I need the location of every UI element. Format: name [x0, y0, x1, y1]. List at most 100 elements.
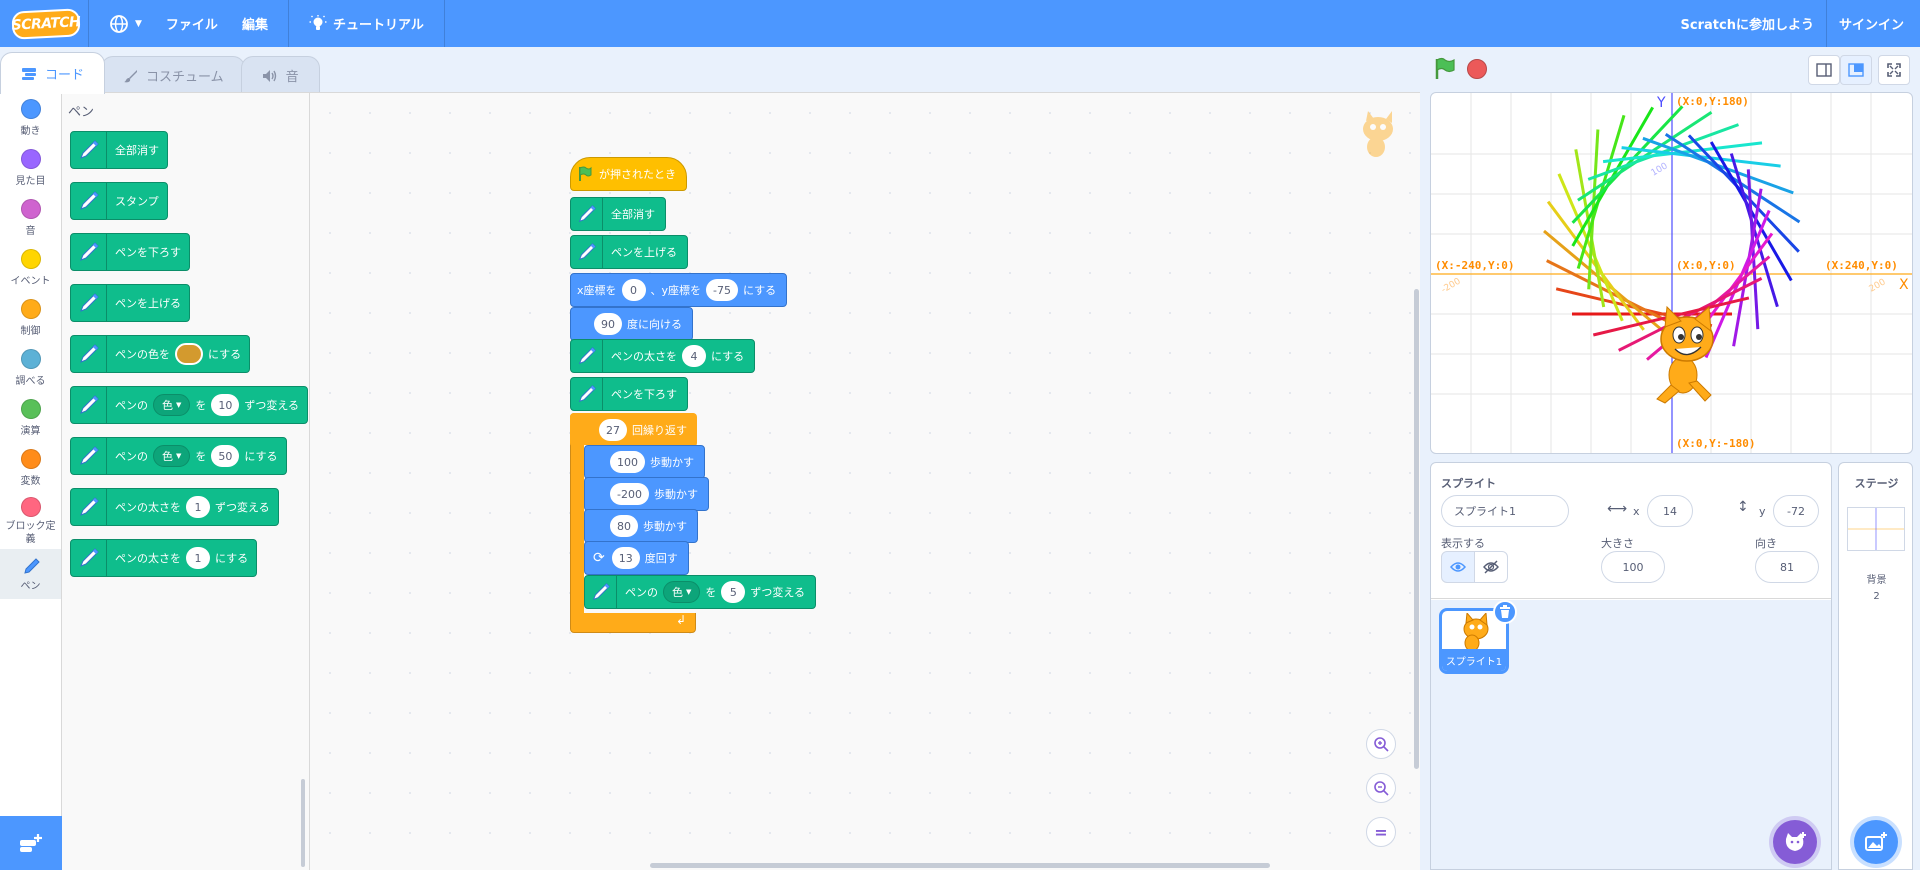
point-in-direction-block[interactable]: 90 度に向ける: [570, 307, 693, 341]
go-to-xy-block[interactable]: x座標を 0 、y座標を -75 にする: [570, 273, 788, 307]
tab-sounds[interactable]: 音: [240, 56, 320, 94]
small-stage-button[interactable]: [1808, 55, 1840, 85]
loop-arrow-icon: ↲: [676, 613, 687, 627]
tab-costumes[interactable]: コスチューム: [101, 56, 245, 94]
category-my-blocks[interactable]: ブロック定義: [0, 493, 61, 549]
scratch-logo[interactable]: SCRATCH: [11, 7, 81, 40]
stage-canvas[interactable]: (X:0,Y:180) (X:0,Y:-180) (X:-240,Y:0) (X…: [1430, 92, 1913, 454]
palette-block-change-pen-param[interactable]: ペンの 色 ▼ を 10 ずつ変える: [70, 386, 309, 424]
change-pen-color-block[interactable]: ペンの 色 ▼ を 5 ずつ変える: [584, 575, 817, 609]
stage-thumbnail[interactable]: [1847, 507, 1905, 551]
palette-block-stamp[interactable]: スタンプ: [70, 182, 168, 220]
zoom-in-button[interactable]: [1366, 729, 1396, 759]
category-pen[interactable]: ペン: [0, 549, 61, 599]
color-swatch[interactable]: [175, 343, 203, 365]
palette-block-clear[interactable]: 全部消す: [70, 131, 168, 169]
show-button[interactable]: [1441, 551, 1475, 583]
chevron-down-icon: ▼: [686, 588, 692, 596]
large-stage-button[interactable]: [1840, 55, 1872, 85]
clear-block[interactable]: 全部消す: [570, 197, 666, 231]
direction-input[interactable]: 90: [594, 313, 622, 335]
palette-scrollbar[interactable]: [301, 779, 305, 867]
move-steps-block[interactable]: 80 歩動かす: [584, 509, 698, 543]
add-backdrop-button[interactable]: [1854, 820, 1898, 864]
category-events[interactable]: イベント: [0, 243, 61, 293]
delete-sprite-button[interactable]: [1493, 600, 1517, 624]
x-position-input[interactable]: 14: [1647, 495, 1693, 527]
degrees-input[interactable]: 13: [611, 547, 640, 569]
join-scratch-link[interactable]: Scratchに参加しよう: [1669, 0, 1826, 47]
palette-category-title: ペン: [68, 105, 95, 120]
workspace-horizontal-scrollbar[interactable]: [650, 863, 1270, 868]
number-input[interactable]: 5: [721, 581, 746, 603]
palette-block-change-pen-size[interactable]: ペンの太さを 1 ずつ変える: [70, 488, 279, 526]
block-text: スタンプ: [115, 195, 159, 208]
steps-input[interactable]: -200: [610, 483, 649, 505]
direction-input[interactable]: 81: [1755, 551, 1819, 583]
pen-up-block[interactable]: ペンを上げる: [570, 235, 688, 269]
number-input[interactable]: 4: [682, 345, 706, 367]
param-dropdown[interactable]: 色 ▼: [153, 394, 191, 416]
block-text: ずつ変える: [215, 501, 270, 514]
y-position-input[interactable]: -72: [1773, 495, 1819, 527]
y-input[interactable]: -75: [706, 279, 738, 301]
category-sensing[interactable]: 調べる: [0, 343, 61, 393]
fullscreen-icon: [1887, 63, 1901, 77]
when-flag-clicked-block[interactable]: が押されたとき: [570, 157, 687, 191]
block-text: ペンの太さを: [611, 350, 677, 363]
zoom-reset-button[interactable]: =: [1366, 817, 1396, 847]
language-menu[interactable]: ▼: [97, 0, 154, 47]
turn-right-block[interactable]: ⟳ 13 度回す: [584, 541, 689, 575]
hide-button[interactable]: [1474, 551, 1508, 583]
sprite-name-input[interactable]: スプライト1: [1441, 495, 1569, 527]
pen-icon: [585, 576, 617, 608]
horizontal-arrows-icon: ⟷: [1607, 501, 1628, 517]
green-flag-button[interactable]: [1434, 57, 1456, 81]
x-input[interactable]: 0: [621, 279, 646, 301]
param-dropdown[interactable]: 色 ▼: [663, 581, 701, 603]
zoom-out-button[interactable]: [1366, 773, 1396, 803]
workspace-vertical-scrollbar[interactable]: [1414, 289, 1419, 769]
category-operators[interactable]: 演算: [0, 393, 61, 443]
add-sprite-button[interactable]: [1773, 820, 1817, 864]
number-input[interactable]: 1: [186, 547, 210, 569]
repeat-count-input[interactable]: 27: [599, 419, 627, 441]
palette-block-pen-up[interactable]: ペンを上げる: [70, 284, 190, 322]
move-steps-block[interactable]: 100 歩動かす: [584, 445, 705, 479]
size-input[interactable]: 100: [1601, 551, 1665, 583]
param-dropdown[interactable]: 色 ▼: [153, 445, 191, 467]
edit-menu[interactable]: 編集: [230, 0, 280, 47]
image-plus-icon: [1865, 832, 1887, 851]
move-steps-block[interactable]: -200 歩動かす: [584, 477, 709, 511]
category-control[interactable]: 制御: [0, 293, 61, 343]
fullscreen-button[interactable]: [1878, 55, 1910, 85]
pen-down-block[interactable]: ペンを下ろす: [570, 377, 688, 411]
zoom-out-icon: [1374, 781, 1389, 796]
category-looks[interactable]: 見た目: [0, 143, 61, 193]
number-input[interactable]: 50: [211, 445, 240, 467]
palette-block-set-pen-size[interactable]: ペンの太さを 1 にする: [70, 539, 258, 577]
category-motion[interactable]: 動き: [0, 93, 61, 143]
category-variables[interactable]: 変数: [0, 443, 61, 493]
code-workspace[interactable]: が押されたとき 全部消す ペンを上げる x座標を 0 、y座標を -75 にする…: [310, 92, 1420, 870]
stage-selector-pane[interactable]: ステージ 背景 2: [1838, 462, 1913, 870]
palette-block-set-pen-color[interactable]: ペンの色を にする: [70, 335, 251, 373]
category-label: 音: [25, 226, 36, 237]
sign-in-link[interactable]: サインイン: [1827, 0, 1920, 47]
block-text: ペンの: [115, 450, 148, 463]
number-input[interactable]: 10: [211, 394, 240, 416]
steps-input[interactable]: 80: [610, 515, 638, 537]
steps-input[interactable]: 100: [610, 451, 645, 473]
palette-block-pen-down[interactable]: ペンを下ろす: [70, 233, 190, 271]
repeat-block-header[interactable]: 27 回繰り返す: [570, 413, 697, 447]
tutorials-menu[interactable]: チュートリアル: [297, 0, 436, 47]
number-input[interactable]: 1: [186, 496, 210, 518]
tab-code[interactable]: コード: [0, 52, 106, 94]
category-sound[interactable]: 音: [0, 193, 61, 243]
set-pen-size-block[interactable]: ペンの太さを 4 にする: [570, 339, 756, 373]
palette-block-set-pen-param[interactable]: ペンの 色 ▼ を 50 にする: [70, 437, 287, 475]
file-menu[interactable]: ファイル: [154, 0, 230, 47]
stop-button[interactable]: [1467, 59, 1487, 79]
add-extension-button[interactable]: [0, 816, 62, 870]
tutorials-label: チュートリアル: [332, 18, 424, 33]
